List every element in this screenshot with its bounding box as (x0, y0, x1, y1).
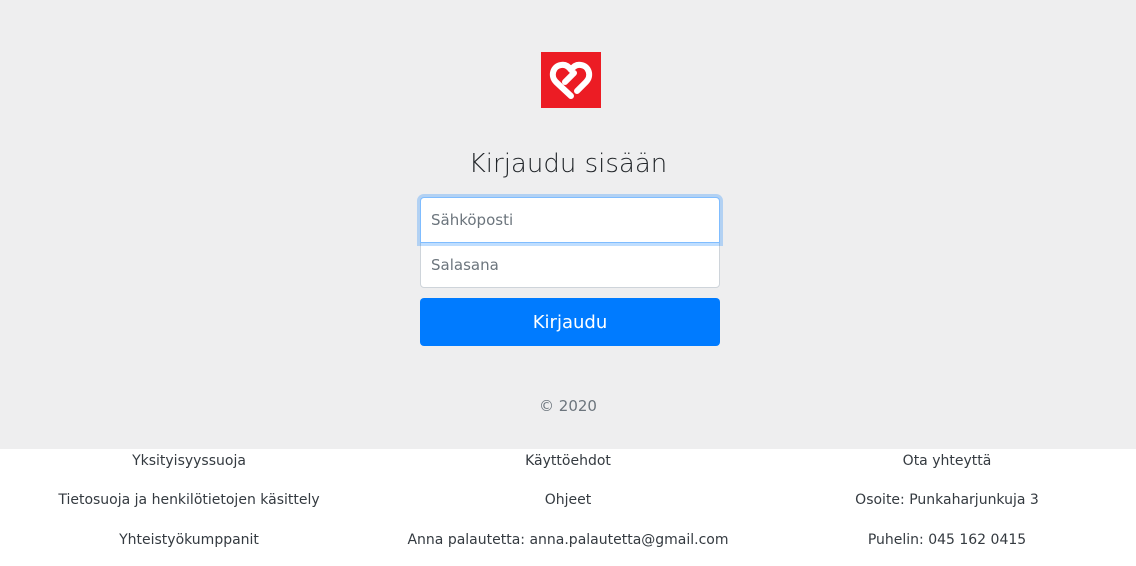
footer-link-help[interactable]: Ohjeet (379, 489, 757, 511)
footer-link-data-protection[interactable]: Tietosuoja ja henkilötietojen käsittely (0, 489, 378, 511)
footer-link-partners[interactable]: Yhteistyökumppanit (0, 529, 378, 551)
login-area: Kirjaudu sisään Kirjaudu © 2020 (0, 0, 1136, 449)
page-title: Kirjaudu sisään (468, 149, 668, 179)
footer-link-terms[interactable]: Käyttöehdot (379, 450, 757, 472)
password-field[interactable] (420, 242, 720, 288)
footer-link-contact[interactable]: Ota yhteyttä (758, 450, 1136, 472)
copyright-text: © 2020 (539, 397, 597, 415)
footer-phone: Puhelin: 045 162 0415 (867, 532, 1027, 548)
login-button[interactable]: Kirjaudu (420, 298, 720, 346)
email-field[interactable] (420, 197, 720, 243)
footer-link-privacy[interactable]: Yksityisyyssuoja (0, 450, 378, 472)
footer: Yksityisyyssuoja Tietosuoja ja henkilöti… (0, 449, 1136, 566)
footer-address: Osoite: Punkaharjunkuja 3 (855, 492, 1039, 508)
heart-link-logo-icon (541, 52, 601, 108)
footer-link-feedback[interactable]: Anna palautetta: anna.palautetta@gmail.c… (379, 529, 757, 551)
